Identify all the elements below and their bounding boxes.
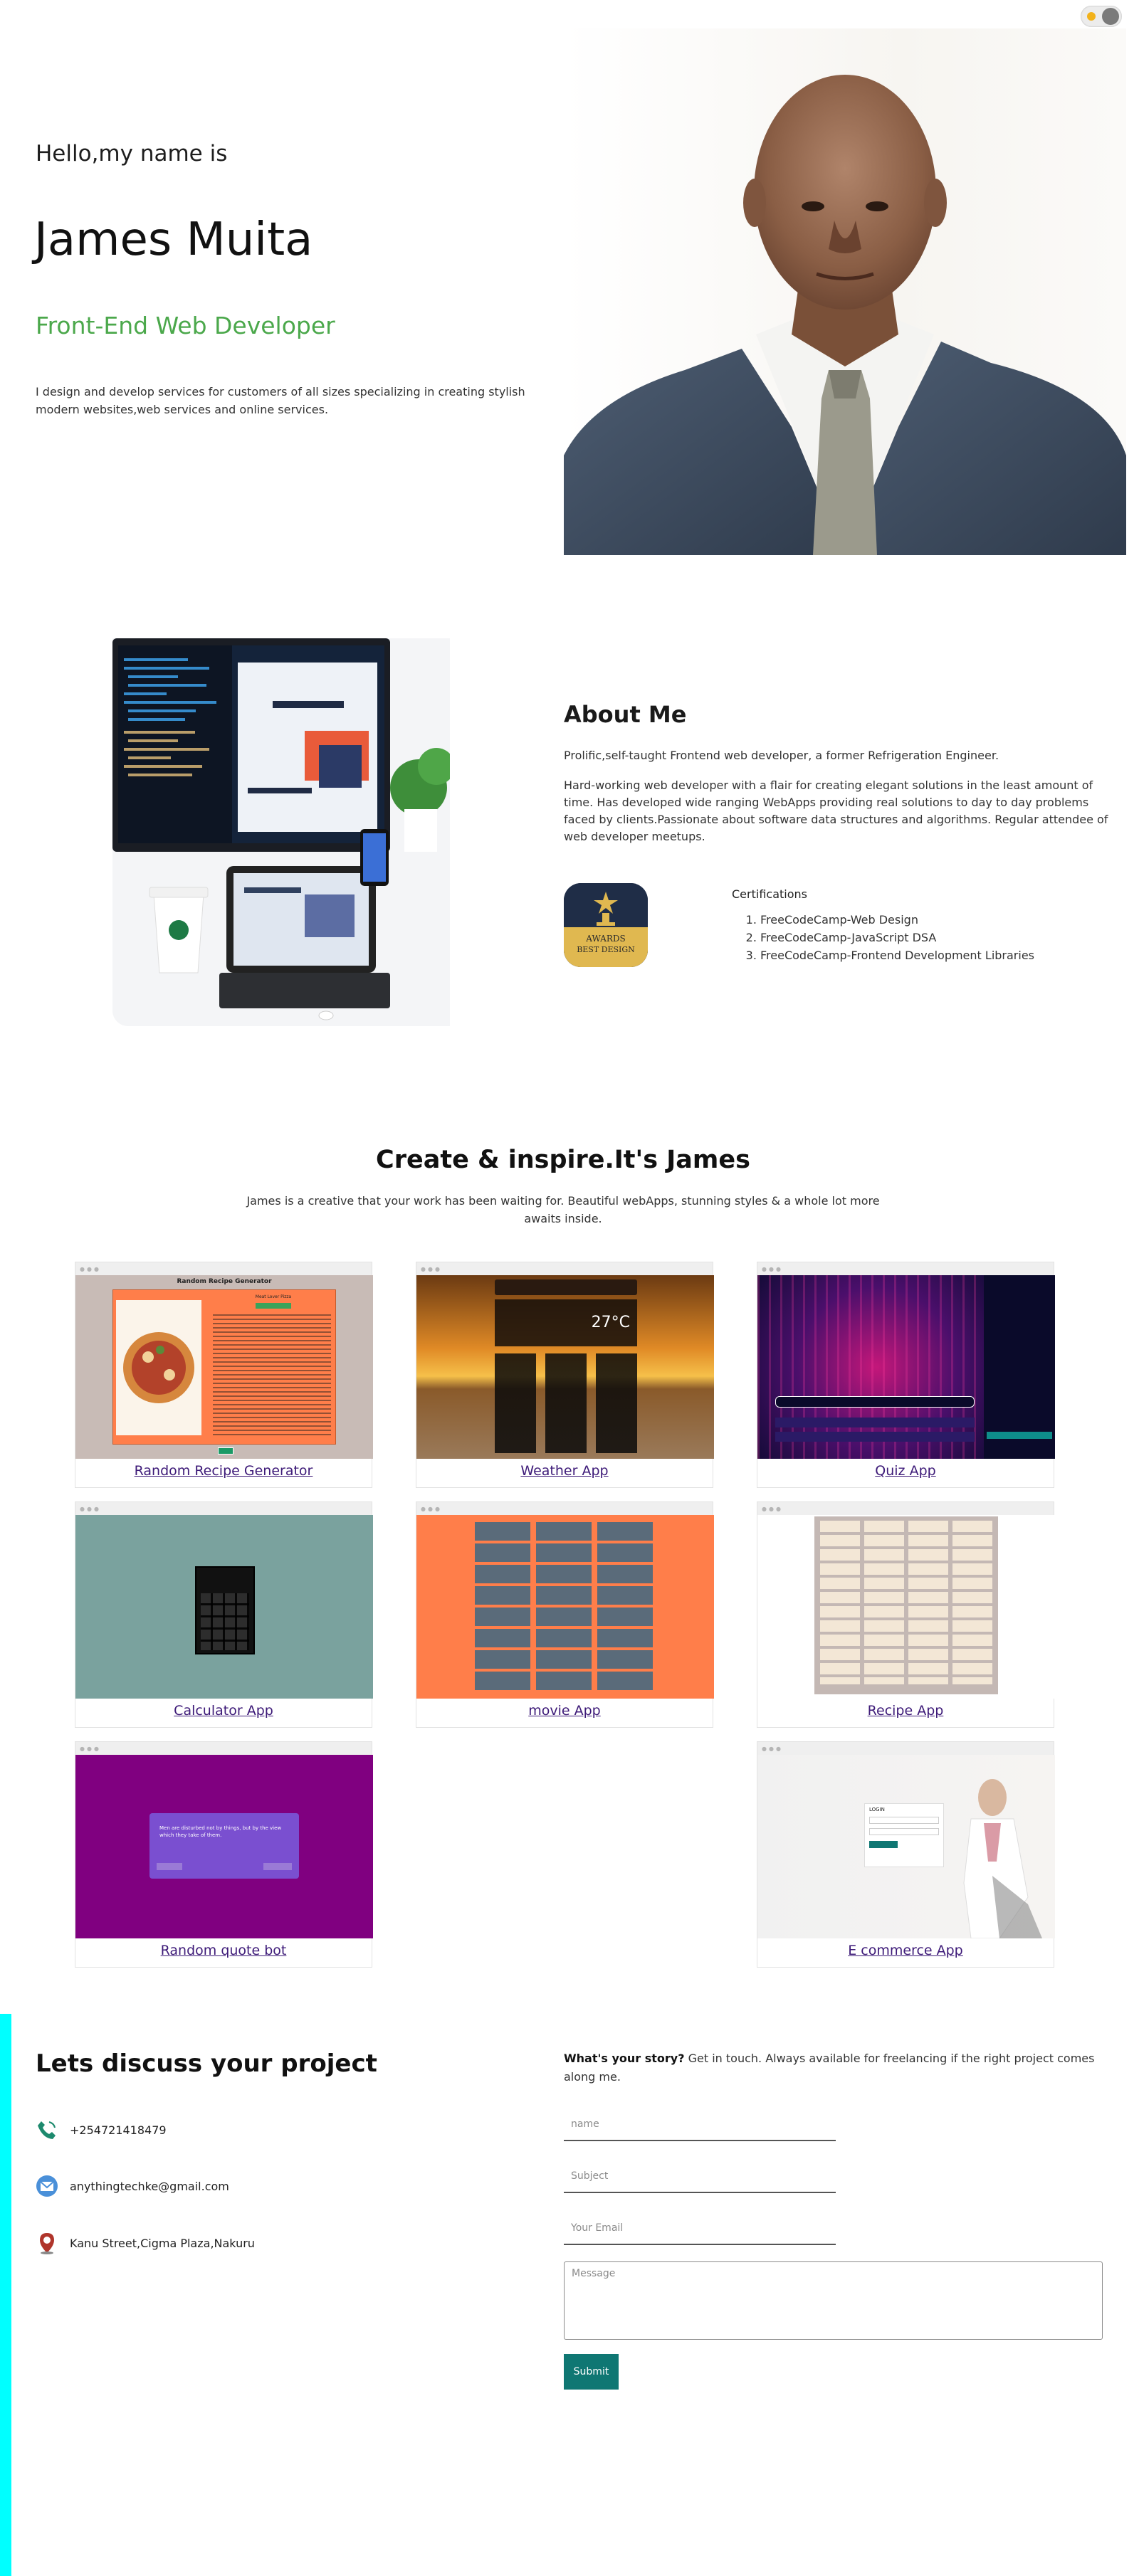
award-badge: AWARDS BEST DESIGN [564,883,648,967]
submit-button[interactable]: Submit [564,2354,619,2390]
certification-item: FreeCodeCamp-Frontend Development Librar… [760,946,1130,964]
project-screenshot: Men are disturbed not by things, but by … [75,1755,373,1938]
window-bar: ●●● [75,1742,372,1755]
hero-name: James Muita [34,213,313,266]
window-bar: ●●● [416,1262,713,1275]
project-card-recipe-generator: ●●● Random Recipe Generator Meat Lover P… [75,1262,373,1488]
email-field[interactable] [564,2212,836,2245]
project-card-calculator: ●●● Calculator App [75,1501,373,1728]
project-screenshot: 27°C [416,1275,714,1459]
award-line-1: AWARDS [585,934,625,944]
award-line-2: BEST DESIGN [577,945,635,954]
window-bar: ●●● [75,1502,372,1515]
location-pin-icon [36,2232,58,2254]
project-link-movie[interactable]: movie App [416,1703,713,1719]
about-title: About Me [564,701,687,728]
project-link-ecommerce[interactable]: E commerce App [757,1943,1054,1958]
contact-intro: What's your story? Get in touch. Always … [564,2049,1105,2086]
greeting-text: Hello,my name is [36,141,228,167]
projects-title: Create & inspire.It's James [376,1146,750,1174]
hero-role: Front-End Web Developer [36,312,335,339]
toggle-knob [1102,8,1119,25]
subject-field[interactable] [564,2160,836,2193]
contact-title: Lets discuss your project [36,2049,377,2078]
hero-intro: I design and develop services for custom… [36,385,525,416]
project-card-weather: ●●● 27°C Weather App [416,1262,714,1488]
window-bar: ●●● [416,1502,713,1515]
about-paragraph-1: Prolific,self-taught Frontend web develo… [564,749,999,762]
message-field[interactable] [564,2261,1103,2340]
workspace-photo [112,638,450,1026]
project-screenshot: Random Recipe Generator Meat Lover Pizza [75,1275,373,1459]
certifications-list: FreeCodeCamp-Web Design FreeCodeCamp-Jav… [760,911,1130,964]
project-screenshot [757,1515,1055,1699]
project-link-calculator[interactable]: Calculator App [75,1703,372,1719]
phone-number: +254721418479 [70,2123,167,2137]
project-card-quote-bot: ●●● Men are disturbed not by things, but… [75,1741,373,1968]
certification-item: FreeCodeCamp-Web Design [760,911,1130,929]
project-screenshot [75,1515,373,1699]
email-icon [36,2175,58,2197]
certifications-title: Certifications [732,887,807,901]
project-card-movie: ●●● movie App [416,1501,714,1728]
projects-subtitle: James is a creative that your work has b… [246,1194,880,1225]
project-screenshot: LOGIN [757,1755,1055,1938]
project-card-quiz: ●●● Quiz App [757,1262,1055,1488]
project-card-recipe: ●●● Recipe App [757,1501,1055,1728]
project-link-quote-bot[interactable]: Random quote bot [75,1943,372,1958]
theme-toggle[interactable] [1081,6,1122,27]
project-link-quiz[interactable]: Quiz App [757,1463,1054,1479]
project-card-ecommerce: ●●● LOGIN E commerce App [757,1741,1055,1968]
sun-icon [1087,12,1096,21]
about-paragraph-2: Hard-working web developer with a flair … [564,778,1108,843]
window-bar: ●●● [757,1502,1054,1515]
email-address: anythingtechke@gmail.com [70,2180,229,2193]
accent-strip [0,2014,11,2576]
phone-icon [36,2118,58,2141]
name-field[interactable] [564,2108,836,2141]
project-screenshot [416,1515,714,1699]
profile-photo [564,28,1126,555]
story-heading: What's your story? [564,2052,685,2065]
address-text: Kanu Street,Cigma Plaza,Nakuru [70,2237,255,2250]
certification-item: FreeCodeCamp-JavaScript DSA [760,929,1130,946]
project-screenshot [757,1275,1055,1459]
window-bar: ●●● [75,1262,372,1275]
project-link-recipe[interactable]: Recipe App [757,1703,1054,1719]
window-bar: ●●● [757,1742,1054,1755]
project-link-recipe-generator[interactable]: Random Recipe Generator [75,1463,372,1479]
window-bar: ●●● [757,1262,1054,1275]
project-link-weather[interactable]: Weather App [416,1463,713,1479]
